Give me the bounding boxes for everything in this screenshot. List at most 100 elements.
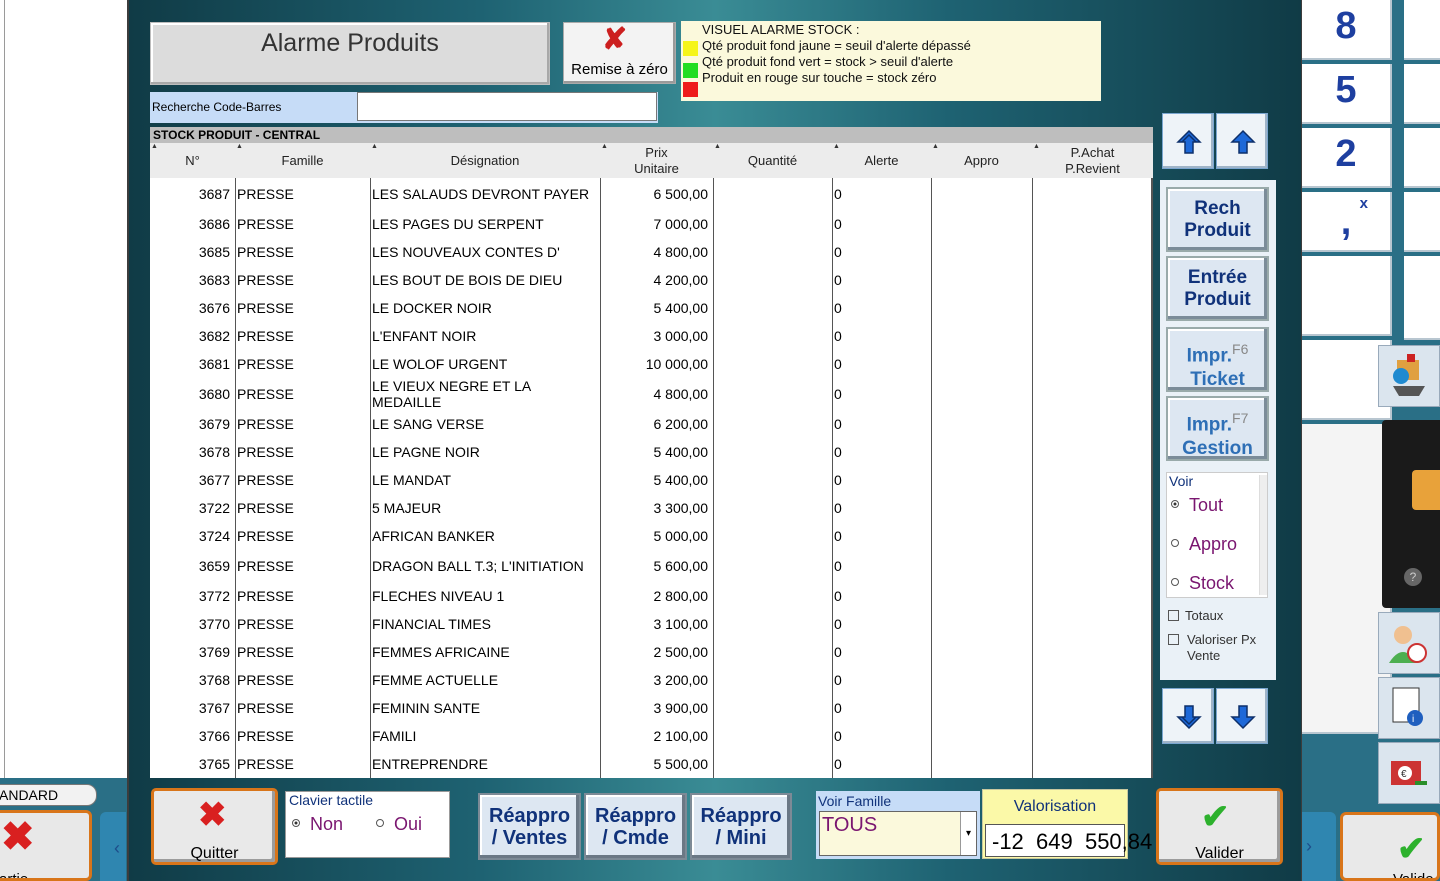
- left-arrow-button[interactable]: ‹: [100, 812, 126, 881]
- svg-text:€: €: [1401, 769, 1407, 780]
- quit-button[interactable]: ✖ Quitter: [151, 788, 278, 865]
- column-header-1[interactable]: Famille: [235, 143, 370, 178]
- reset-button[interactable]: ✘ Remise à zéro: [563, 22, 676, 84]
- table-cell: 0: [834, 756, 842, 772]
- view-all-radio[interactable]: Tout: [1171, 495, 1223, 516]
- numpad-key-blank[interactable]: [1302, 256, 1392, 336]
- right-validate-label: Valide: [1393, 871, 1434, 881]
- numpad-key-3[interactable]: [1404, 128, 1440, 188]
- page-up-button[interactable]: [1162, 113, 1214, 169]
- search-product-button[interactable]: Rech Produit: [1166, 187, 1269, 252]
- reappro-order-button[interactable]: Réappro / Cmde: [584, 793, 687, 860]
- table-cell: AFRICAN BANKER: [372, 528, 495, 544]
- touch-keyboard-no-radio[interactable]: Non: [292, 814, 343, 835]
- validate-label: Valider: [1195, 845, 1244, 862]
- table-cell: 0: [834, 328, 842, 344]
- search-label: Recherche Code-Barres: [150, 92, 355, 123]
- column-header-3[interactable]: Prix Unitaire: [600, 143, 713, 178]
- reappro-order-line2: / Cmde: [602, 827, 669, 849]
- divider: [4, 0, 5, 778]
- column-header-7[interactable]: P.Achat P.Revient: [1032, 143, 1153, 178]
- table-cell: LE DOCKER NOIR: [372, 300, 492, 316]
- key-8[interactable]: 8: [1302, 0, 1392, 60]
- reappro-sales-button[interactable]: Réappro / Ventes: [478, 793, 581, 860]
- table-row[interactable]: 3724 PRESSE AFRICAN BANKER 5 000,00 0: [150, 522, 1151, 550]
- column-header-6[interactable]: Appro: [931, 143, 1032, 178]
- numpad-key-6[interactable]: [1404, 64, 1440, 124]
- table-row[interactable]: 3768 PRESSE FEMME ACTUELLE 3 200,00 0: [150, 666, 1151, 694]
- numpad-key-blank[interactable]: [1404, 256, 1440, 340]
- table-row[interactable]: 3685 PRESSE LES NOUVEAUX CONTES D' 4 800,00…: [150, 238, 1151, 266]
- table-row[interactable]: 3686 PRESSE LES PAGES DU SERPENT 7 000,00 0: [150, 210, 1151, 238]
- key-comma[interactable]: ,x: [1302, 192, 1392, 252]
- column-divider: [370, 178, 371, 778]
- key-5[interactable]: 5: [1302, 64, 1392, 124]
- table-cell: 0: [834, 728, 842, 744]
- sort-arrow-icon: ▲: [932, 143, 939, 150]
- close-icon: ✖: [1, 815, 35, 859]
- help-icon[interactable]: ?: [1404, 568, 1422, 586]
- column-header-5[interactable]: Alerte: [832, 143, 931, 178]
- line-down-button[interactable]: [1216, 688, 1268, 744]
- totals-checkbox[interactable]: Totaux: [1168, 608, 1223, 623]
- table-row[interactable]: 3766 PRESSE FAMILI 2 100,00 0: [150, 722, 1151, 750]
- table-row[interactable]: 3683 PRESSE LES BOUT DE BOIS DE DIEU 4 200,…: [150, 266, 1151, 294]
- table-cell: PRESSE: [237, 528, 294, 544]
- green-swatch: [683, 63, 698, 78]
- table-row[interactable]: 3677 PRESSE LE MANDAT 5 400,00 0: [150, 466, 1151, 494]
- table-row[interactable]: 3769 PRESSE FEMMES AFRICAINE 2 500,00 0: [150, 638, 1151, 666]
- table-cell: [933, 494, 1032, 522]
- view-stock-radio[interactable]: Stock: [1171, 573, 1234, 594]
- page-down-button[interactable]: [1162, 688, 1214, 744]
- table-cell: FLECHES NIVEAU 1: [372, 588, 505, 604]
- table-cell: LES BOUT DE BOIS DE DIEU: [372, 272, 563, 288]
- cash-icon-button[interactable]: €: [1378, 742, 1440, 804]
- table-row[interactable]: 3687 PRESSE LES SALAUDS DEVRONT PAYER 6 500…: [150, 178, 1151, 210]
- table-row[interactable]: 3659 PRESSE DRAGON BALL T.3; L'INITIATION 5…: [150, 550, 1151, 582]
- numpad-key-9[interactable]: [1404, 0, 1440, 60]
- table-row[interactable]: 3767 PRESSE FEMININ SANTE 3 900,00 0: [150, 694, 1151, 722]
- product-entry-button[interactable]: Entrée Produit: [1166, 256, 1269, 321]
- paint-icon: [1393, 354, 1425, 396]
- print-management-button[interactable]: Impr.F7 Gestion: [1166, 396, 1269, 461]
- table-row[interactable]: 3678 PRESSE LE PAGNE NOIR 5 400,00 0: [150, 438, 1151, 466]
- table-cell: [715, 494, 832, 522]
- user-icon-button[interactable]: [1378, 612, 1440, 674]
- reappro-min-button[interactable]: Réappro / Mini: [690, 793, 792, 860]
- column-header-0[interactable]: N°: [150, 143, 235, 178]
- stock-icon-button[interactable]: [1378, 345, 1440, 407]
- numpad-key-enter[interactable]: [1404, 192, 1440, 252]
- right-validate-button[interactable]: ✔ Valide: [1340, 812, 1440, 881]
- family-select[interactable]: TOUS ▾: [819, 811, 977, 856]
- column-header-4[interactable]: Quantité: [713, 143, 832, 178]
- touch-keyboard-yes-radio[interactable]: Oui: [376, 814, 422, 835]
- table-row[interactable]: 3722 PRESSE 5 MAJEUR 3 300,00 0: [150, 494, 1151, 522]
- table-row[interactable]: 3765 PRESSE ENTREPRENDRE 5 500,00 0: [150, 750, 1151, 778]
- table-cell: PRESSE: [237, 644, 294, 660]
- table-row[interactable]: 3679 PRESSE LE SANG VERSE 6 200,00 0: [150, 410, 1151, 438]
- document-icon-button[interactable]: i: [1378, 677, 1440, 739]
- table-cell: 0: [834, 244, 842, 260]
- table-row[interactable]: 3770 PRESSE FINANCIAL TIMES 3 100,00 0: [150, 610, 1151, 638]
- table-row[interactable]: 3676 PRESSE LE DOCKER NOIR 5 400,00 0: [150, 294, 1151, 322]
- print-ticket-button[interactable]: Impr.F6 Ticket: [1166, 327, 1269, 392]
- column-divider: [832, 178, 833, 778]
- validate-button[interactable]: ✔ Valider: [1156, 788, 1283, 865]
- line-up-button[interactable]: [1216, 113, 1268, 169]
- key-2[interactable]: 2: [1302, 128, 1392, 188]
- view-appro-radio[interactable]: Appro: [1171, 534, 1237, 555]
- table-row[interactable]: 3772 PRESSE FLECHES NIVEAU 1 2 800,00 0: [150, 582, 1151, 610]
- table-row[interactable]: 3680 PRESSE LE VIEUX NEGRE ET LA MEDAILLE 4…: [150, 378, 1151, 410]
- radio-dot: [1171, 539, 1179, 548]
- table-row[interactable]: 3682 PRESSE L'ENFANT NOIR 3 000,00 0: [150, 322, 1151, 350]
- column-header-2[interactable]: Désignation: [370, 143, 600, 178]
- right-arrow-button[interactable]: ›: [1302, 812, 1336, 881]
- left-quit-button[interactable]: ✖ artie: [0, 810, 92, 881]
- print-management-line2: Gestion: [1182, 438, 1253, 460]
- table-row[interactable]: 3681 PRESSE LE WOLOF URGENT 10 000,00 0: [150, 350, 1151, 378]
- barcode-search-input[interactable]: [357, 92, 657, 121]
- table-cell: PRESSE: [237, 300, 294, 316]
- value-price-checkbox[interactable]: Valoriser Px Vente: [1168, 632, 1256, 664]
- scrollbar[interactable]: [1259, 475, 1267, 595]
- table-cell: ENTREPRENDRE: [372, 756, 488, 772]
